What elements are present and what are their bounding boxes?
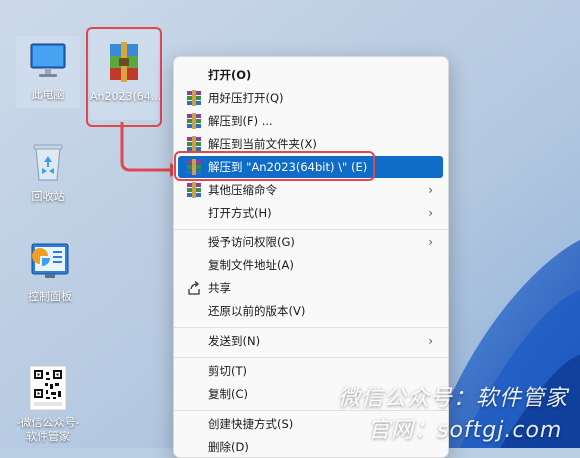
menu-item-label: 删除(D) xyxy=(208,440,249,454)
share-icon xyxy=(186,280,202,296)
menu-item-label: 复制(C) xyxy=(208,387,249,401)
menu-item-label: 授予访问权限(G) xyxy=(208,235,295,249)
chevron-right-icon: › xyxy=(428,183,433,197)
menu-item-label: 发送到(N) xyxy=(208,334,261,348)
menu-separator xyxy=(174,357,448,358)
watermark-line1: 微信公众号：软件管家 xyxy=(338,386,569,411)
menu-item-label: 解压到(F) ... xyxy=(208,114,273,128)
menu-item-label: 共享 xyxy=(208,281,231,295)
menu-item-other-compress[interactable]: 其他压缩命令 › xyxy=(178,179,443,201)
archive-icon xyxy=(186,182,202,198)
menu-item-label: 其他压缩命令 xyxy=(208,183,277,197)
qr-code-icon xyxy=(24,350,72,411)
menu-separator xyxy=(174,327,448,328)
menu-item-label: 打开(O) xyxy=(208,68,252,82)
control-panel-icon xyxy=(26,238,74,286)
annotation-archive-box xyxy=(86,27,162,127)
menu-item-send-to[interactable]: 发送到(N) › xyxy=(178,330,443,352)
desktop-icon-this-pc[interactable]: 此电脑 xyxy=(16,36,80,108)
watermark-line2: 官网：softgj.com xyxy=(368,418,563,443)
desktop-icon-wechat-qr[interactable]: -微信公众号- 软件管家 xyxy=(16,336,80,443)
desktop-icon-label: 此电脑 xyxy=(31,88,65,101)
menu-item-label: 复制文件地址(A) xyxy=(208,258,294,272)
chevron-right-icon: › xyxy=(428,235,433,249)
menu-item-open[interactable]: 打开(O) xyxy=(178,64,443,86)
recycle-bin-icon xyxy=(24,138,72,186)
menu-item-open-with-haozip[interactable]: 用好压打开(Q) xyxy=(178,87,443,109)
menu-item-label: 用好压打开(Q) xyxy=(208,91,284,105)
archive-icon xyxy=(186,136,202,152)
menu-item-extract-to[interactable]: 解压到(F) ... xyxy=(178,110,443,132)
menu-item-copy-path[interactable]: 复制文件地址(A) xyxy=(178,254,443,276)
menu-item-label: 还原以前的版本(V) xyxy=(208,304,306,318)
monitor-icon xyxy=(24,36,72,84)
menu-item-label: 打开方式(H) xyxy=(208,206,272,220)
desktop-icon-label: 控制面板 xyxy=(28,290,72,303)
menu-item-cut[interactable]: 剪切(T) xyxy=(178,360,443,382)
menu-separator xyxy=(174,229,448,230)
desktop-icon-label: 回收站 xyxy=(31,190,65,203)
menu-item-give-access[interactable]: 授予访问权限(G) › xyxy=(178,231,443,253)
menu-item-restore-versions[interactable]: 还原以前的版本(V) xyxy=(178,300,443,322)
desktop-icon-control-panel[interactable]: 控制面板 xyxy=(18,238,82,308)
chevron-right-icon: › xyxy=(428,206,433,220)
menu-item-label: 剪切(T) xyxy=(208,364,247,378)
desktop-icon-label: -微信公众号- 软件管家 xyxy=(16,416,80,443)
menu-item-share[interactable]: 共享 xyxy=(178,277,443,299)
chevron-right-icon: › xyxy=(428,334,433,348)
menu-item-label: 创建快捷方式(S) xyxy=(208,417,294,431)
annotation-menu-box xyxy=(174,151,375,181)
archive-icon xyxy=(186,113,202,129)
menu-item-open-with[interactable]: 打开方式(H) › xyxy=(178,202,443,224)
archive-icon xyxy=(186,90,202,106)
desktop-icon-recycle-bin[interactable]: 回收站 xyxy=(16,138,80,208)
